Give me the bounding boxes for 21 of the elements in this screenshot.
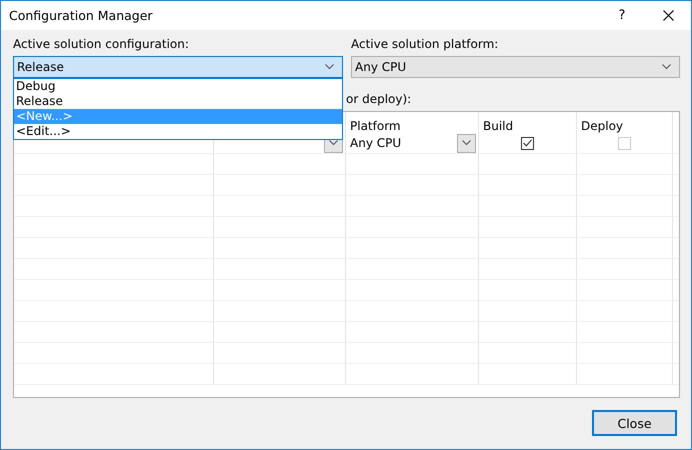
window-title: Configuration Manager bbox=[9, 8, 154, 23]
project-contexts-label: or deploy): bbox=[346, 91, 412, 107]
column-header: Deploy bbox=[581, 119, 624, 133]
chevron-down-icon bbox=[662, 64, 671, 70]
chevron-down-icon bbox=[462, 140, 471, 146]
configuration-option[interactable]: Debug bbox=[14, 79, 342, 94]
chevron-down-icon bbox=[329, 140, 338, 146]
platform-dropdown[interactable]: Any CPU bbox=[351, 56, 680, 78]
configuration-dropdown[interactable]: Release bbox=[13, 56, 343, 78]
build-checkbox[interactable] bbox=[521, 136, 534, 150]
platform-cell: Any CPU bbox=[350, 136, 402, 150]
configuration-option[interactable]: <Edit...> bbox=[14, 124, 342, 139]
chevron-down-icon bbox=[325, 64, 334, 70]
help-button[interactable]: ? bbox=[599, 8, 645, 23]
cell-dropdown-button[interactable] bbox=[457, 134, 476, 152]
platform-label: Active solution platform: bbox=[351, 36, 500, 52]
close-button[interactable]: Close bbox=[592, 410, 677, 436]
configuration-option[interactable]: Release bbox=[14, 94, 342, 109]
column-header: Build bbox=[483, 119, 514, 133]
configuration-label: Active solution configuration: bbox=[13, 36, 190, 52]
column-header: Platform bbox=[350, 119, 401, 133]
